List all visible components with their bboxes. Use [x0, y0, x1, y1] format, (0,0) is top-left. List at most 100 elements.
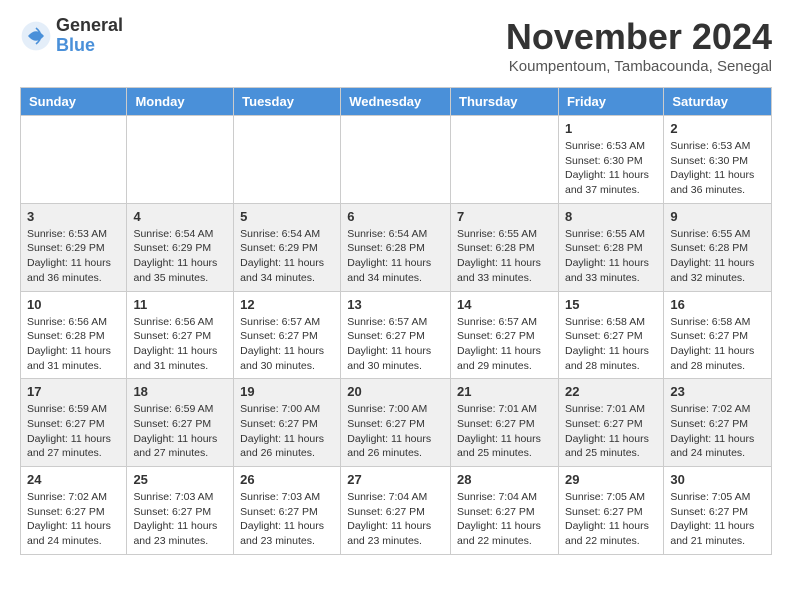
day-number: 21: [457, 384, 552, 399]
day-info: Sunrise: 7:03 AM Sunset: 6:27 PM Dayligh…: [133, 490, 227, 549]
calendar-cell: 14Sunrise: 6:57 AM Sunset: 6:27 PM Dayli…: [451, 291, 559, 379]
calendar-cell: 29 Sunrise: 7:05 AM Sunset: 6:27 PM Dayli…: [558, 467, 663, 555]
calendar-cell: 4 Sunrise: 6:54 AM Sunset: 6:29 PM Daylig…: [127, 203, 234, 291]
logo-general: General: [56, 16, 123, 36]
day-number: 22: [565, 384, 657, 399]
day-info: Sunrise: 6:57 AM Sunset: 6:27 PM Dayligh…: [457, 315, 552, 374]
calendar-cell: 2Sunrise: 6:53 AM Sunset: 6:30 PM Daylig…: [664, 116, 772, 204]
day-number: 7: [457, 209, 552, 224]
day-number: 29: [565, 472, 657, 487]
calendar-cell: 24Sunrise: 7:02 AM Sunset: 6:27 PM Dayli…: [21, 467, 127, 555]
day-info: Sunrise: 6:53 AM Sunset: 6:30 PM Dayligh…: [670, 139, 765, 198]
title-block: November 2024 Koumpentoum, Tambacounda, …: [506, 16, 772, 75]
day-number: 28: [457, 472, 552, 487]
day-number: 8: [565, 209, 657, 224]
day-number: 16: [670, 297, 765, 312]
day-info: Sunrise: 7:02 AM Sunset: 6:27 PM Dayligh…: [670, 402, 765, 461]
calendar-cell: [234, 116, 341, 204]
page-container: General Blue November 2024 Koumpentoum, …: [0, 0, 792, 571]
day-info: Sunrise: 7:01 AM Sunset: 6:27 PM Dayligh…: [565, 402, 657, 461]
day-number: 18: [133, 384, 227, 399]
day-info: Sunrise: 6:58 AM Sunset: 6:27 PM Dayligh…: [670, 315, 765, 374]
day-number: 9: [670, 209, 765, 224]
day-info: Sunrise: 7:00 AM Sunset: 6:27 PM Dayligh…: [240, 402, 334, 461]
calendar-week-row: 1Sunrise: 6:53 AM Sunset: 6:30 PM Daylig…: [21, 116, 772, 204]
calendar-cell: [451, 116, 559, 204]
day-info: Sunrise: 7:02 AM Sunset: 6:27 PM Dayligh…: [27, 490, 120, 549]
calendar-cell: 3Sunrise: 6:53 AM Sunset: 6:29 PM Daylig…: [21, 203, 127, 291]
day-info: Sunrise: 6:59 AM Sunset: 6:27 PM Dayligh…: [133, 402, 227, 461]
day-info: Sunrise: 7:05 AM Sunset: 6:27 PM Dayligh…: [565, 490, 657, 549]
calendar-table: SundayMondayTuesdayWednesdayThursdayFrid…: [20, 87, 772, 555]
calendar-cell: 20 Sunrise: 7:00 AM Sunset: 6:27 PM Dayli…: [341, 379, 451, 467]
logo-icon: [20, 20, 52, 52]
weekday-header: Thursday: [451, 88, 559, 116]
calendar-cell: 17Sunrise: 6:59 AM Sunset: 6:27 PM Dayli…: [21, 379, 127, 467]
calendar-cell: 9 Sunrise: 6:55 AM Sunset: 6:28 PM Daylig…: [664, 203, 772, 291]
day-number: 30: [670, 472, 765, 487]
day-number: 11: [133, 297, 227, 312]
calendar-cell: 26 Sunrise: 7:03 AM Sunset: 6:27 PM Dayli…: [234, 467, 341, 555]
weekday-header: Monday: [127, 88, 234, 116]
location: Koumpentoum, Tambacounda, Senegal: [506, 58, 772, 75]
calendar-cell: 13 Sunrise: 6:57 AM Sunset: 6:27 PM Dayli…: [341, 291, 451, 379]
day-number: 13: [347, 297, 444, 312]
calendar-cell: 11 Sunrise: 6:56 AM Sunset: 6:27 PM Dayli…: [127, 291, 234, 379]
logo-blue: Blue: [56, 36, 123, 56]
day-info: Sunrise: 6:54 AM Sunset: 6:29 PM Dayligh…: [240, 227, 334, 286]
day-number: 5: [240, 209, 334, 224]
calendar-cell: 12Sunrise: 6:57 AM Sunset: 6:27 PM Dayli…: [234, 291, 341, 379]
page-header: General Blue November 2024 Koumpentoum, …: [20, 16, 772, 75]
day-info: Sunrise: 7:04 AM Sunset: 6:27 PM Dayligh…: [457, 490, 552, 549]
day-info: Sunrise: 7:05 AM Sunset: 6:27 PM Dayligh…: [670, 490, 765, 549]
day-info: Sunrise: 6:55 AM Sunset: 6:28 PM Dayligh…: [565, 227, 657, 286]
day-info: Sunrise: 7:04 AM Sunset: 6:27 PM Dayligh…: [347, 490, 444, 549]
calendar-cell: 27Sunrise: 7:04 AM Sunset: 6:27 PM Dayli…: [341, 467, 451, 555]
day-info: Sunrise: 6:57 AM Sunset: 6:27 PM Dayligh…: [240, 315, 334, 374]
day-info: Sunrise: 6:54 AM Sunset: 6:29 PM Dayligh…: [133, 227, 227, 286]
calendar-cell: 22 Sunrise: 7:01 AM Sunset: 6:27 PM Dayli…: [558, 379, 663, 467]
weekday-header: Tuesday: [234, 88, 341, 116]
calendar-cell: 18 Sunrise: 6:59 AM Sunset: 6:27 PM Dayli…: [127, 379, 234, 467]
calendar-cell: 15 Sunrise: 6:58 AM Sunset: 6:27 PM Dayli…: [558, 291, 663, 379]
day-number: 20: [347, 384, 444, 399]
day-number: 4: [133, 209, 227, 224]
calendar-cell: [341, 116, 451, 204]
day-info: Sunrise: 6:54 AM Sunset: 6:28 PM Dayligh…: [347, 227, 444, 286]
calendar-cell: 10 Sunrise: 6:56 AM Sunset: 6:28 PM Dayli…: [21, 291, 127, 379]
day-info: Sunrise: 6:55 AM Sunset: 6:28 PM Dayligh…: [670, 227, 765, 286]
day-number: 10: [27, 297, 120, 312]
day-info: Sunrise: 7:00 AM Sunset: 6:27 PM Dayligh…: [347, 402, 444, 461]
calendar-cell: 16 Sunrise: 6:58 AM Sunset: 6:27 PM Dayli…: [664, 291, 772, 379]
day-info: Sunrise: 6:56 AM Sunset: 6:27 PM Dayligh…: [133, 315, 227, 374]
day-number: 3: [27, 209, 120, 224]
logo-text: General Blue: [56, 16, 123, 56]
day-number: 26: [240, 472, 334, 487]
calendar-cell: 21Sunrise: 7:01 AM Sunset: 6:27 PM Dayli…: [451, 379, 559, 467]
calendar-header-row: SundayMondayTuesdayWednesdayThursdayFrid…: [21, 88, 772, 116]
day-info: Sunrise: 6:53 AM Sunset: 6:30 PM Dayligh…: [565, 139, 657, 198]
calendar-cell: [21, 116, 127, 204]
day-info: Sunrise: 6:58 AM Sunset: 6:27 PM Dayligh…: [565, 315, 657, 374]
logo: General Blue: [20, 16, 123, 56]
calendar-cell: 6Sunrise: 6:54 AM Sunset: 6:28 PM Daylig…: [341, 203, 451, 291]
calendar-cell: 5 Sunrise: 6:54 AM Sunset: 6:29 PM Daylig…: [234, 203, 341, 291]
day-number: 19: [240, 384, 334, 399]
calendar-week-row: 24Sunrise: 7:02 AM Sunset: 6:27 PM Dayli…: [21, 467, 772, 555]
day-info: Sunrise: 6:59 AM Sunset: 6:27 PM Dayligh…: [27, 402, 120, 461]
day-info: Sunrise: 6:57 AM Sunset: 6:27 PM Dayligh…: [347, 315, 444, 374]
day-number: 15: [565, 297, 657, 312]
weekday-header: Saturday: [664, 88, 772, 116]
month-title: November 2024: [506, 16, 772, 58]
calendar-cell: 8 Sunrise: 6:55 AM Sunset: 6:28 PM Daylig…: [558, 203, 663, 291]
calendar-week-row: 3Sunrise: 6:53 AM Sunset: 6:29 PM Daylig…: [21, 203, 772, 291]
day-info: Sunrise: 7:03 AM Sunset: 6:27 PM Dayligh…: [240, 490, 334, 549]
calendar-cell: 30 Sunrise: 7:05 AM Sunset: 6:27 PM Dayli…: [664, 467, 772, 555]
calendar-cell: 28 Sunrise: 7:04 AM Sunset: 6:27 PM Dayli…: [451, 467, 559, 555]
calendar-cell: 25Sunrise: 7:03 AM Sunset: 6:27 PM Dayli…: [127, 467, 234, 555]
calendar-week-row: 10 Sunrise: 6:56 AM Sunset: 6:28 PM Dayli…: [21, 291, 772, 379]
calendar-cell: 23Sunrise: 7:02 AM Sunset: 6:27 PM Dayli…: [664, 379, 772, 467]
calendar-cell: 7Sunrise: 6:55 AM Sunset: 6:28 PM Daylig…: [451, 203, 559, 291]
calendar-week-row: 17Sunrise: 6:59 AM Sunset: 6:27 PM Dayli…: [21, 379, 772, 467]
day-info: Sunrise: 6:56 AM Sunset: 6:28 PM Dayligh…: [27, 315, 120, 374]
